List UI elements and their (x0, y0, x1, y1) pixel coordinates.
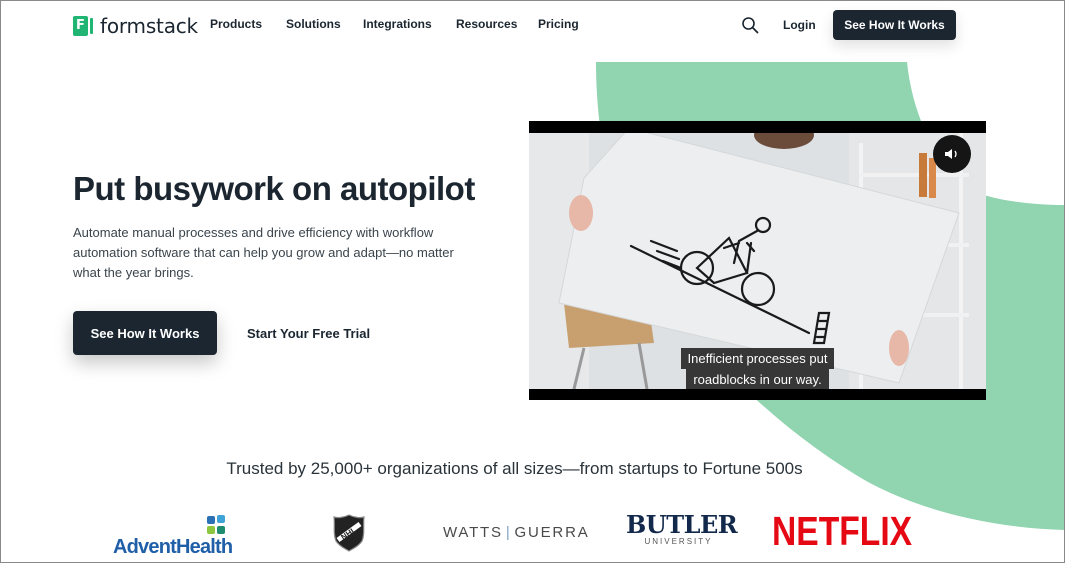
hero-description: Automate manual processes and drive effi… (73, 225, 454, 280)
hero-title: Put busywork on autopilot (73, 170, 475, 207)
see-how-it-works-button[interactable]: See How It Works (73, 311, 217, 355)
nav-pricing[interactable]: Pricing (538, 17, 579, 31)
adventhealth-mark-icon (207, 515, 225, 534)
video-frame: Inefficient processes put roadblocks in … (529, 133, 986, 389)
watts-text: WATTS (443, 524, 503, 541)
guerra-text: GUERRA (514, 524, 590, 541)
formstack-logo[interactable]: F formstack (73, 14, 198, 38)
nav-products[interactable]: Products (210, 17, 262, 31)
nav-solutions[interactable]: Solutions (286, 17, 341, 31)
nhl-logo: NHL (333, 514, 365, 552)
caption-line-1: Inefficient processes put (680, 348, 835, 369)
start-free-trial-link[interactable]: Start Your Free Trial (247, 326, 370, 341)
video-caption: Inefficient processes put roadblocks in … (529, 348, 986, 389)
butler-university-logo: BUTLER UNIVERSITY (626, 510, 738, 547)
nav-integrations[interactable]: Integrations (363, 17, 432, 31)
logo-text: formstack (100, 14, 198, 38)
watts-guerra-logo: WATTS | GUERRA (443, 524, 590, 541)
speaker-icon (945, 149, 957, 159)
hero-video[interactable]: Inefficient processes put roadblocks in … (529, 121, 986, 400)
nav-resources[interactable]: Resources (456, 17, 517, 31)
customer-logos: AdventHealth NHL WATTS | GUERRA BUTLER UNI… (0, 505, 1065, 563)
butler-text: BUTLER (626, 510, 738, 539)
login-link[interactable]: Login (783, 18, 816, 32)
formstack-logo-icon: F (73, 16, 95, 36)
caption-line-2: roadblocks in our way. (686, 369, 829, 389)
trusted-by-text: Trusted by 25,000+ organizations of all … (226, 459, 803, 478)
search-icon[interactable] (741, 16, 759, 34)
netflix-logo: NETFLIX (772, 508, 913, 554)
adventhealth-text: AdventHealth (113, 536, 233, 558)
top-navigation: F formstack Products Solutions Integrati… (0, 0, 1065, 50)
mute-toggle-button[interactable] (933, 135, 971, 173)
header-see-how-it-works-button[interactable]: See How It Works (833, 10, 956, 40)
